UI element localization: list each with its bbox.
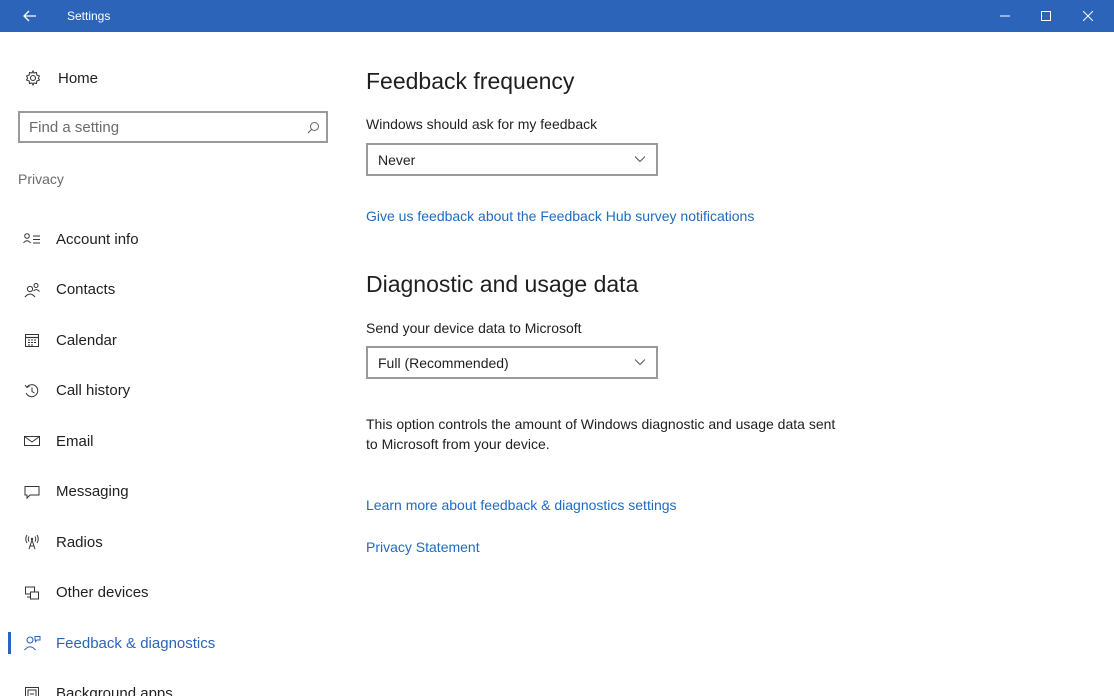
sidebar-item-account-info[interactable]: Account info xyxy=(0,214,340,265)
sidebar-item-label: Account info xyxy=(56,230,139,248)
sidebar-item-label: Messaging xyxy=(56,483,129,501)
home-nav-item[interactable]: Home xyxy=(25,66,98,90)
sidebar-item-label: Feedback & diagnostics xyxy=(56,634,216,652)
sidebar: Home Privacy Account info Contacts xyxy=(0,32,340,696)
chevron-down-icon xyxy=(634,359,646,366)
sidebar-item-feedback-diagnostics[interactable]: Feedback & diagnostics xyxy=(0,618,340,669)
messaging-icon xyxy=(22,482,42,502)
feedback-frequency-label: Windows should ask for my feedback xyxy=(366,116,598,132)
call-history-icon xyxy=(22,381,42,401)
section-title: Privacy xyxy=(18,171,64,187)
sidebar-item-email[interactable]: Email xyxy=(0,416,340,467)
close-button[interactable] xyxy=(1068,0,1108,32)
diagnostic-description: This option controls the amount of Windo… xyxy=(366,416,836,452)
diagnostic-usage-heading: Diagnostic and usage data xyxy=(366,271,639,297)
title-bar: Settings xyxy=(0,0,1114,32)
background-apps-icon xyxy=(22,684,42,696)
search-box[interactable] xyxy=(18,111,328,143)
feedback-hub-survey-link[interactable]: Give us feedback about the Feedback Hub … xyxy=(366,208,754,224)
contacts-icon xyxy=(22,280,42,300)
sidebar-item-radios[interactable]: Radios xyxy=(0,517,340,568)
sidebar-item-label: Calendar xyxy=(56,331,117,349)
email-icon xyxy=(22,431,42,451)
sidebar-item-background-apps[interactable]: Background apps xyxy=(0,669,340,696)
radios-icon xyxy=(22,532,42,552)
sidebar-item-call-history[interactable]: Call history xyxy=(0,366,340,417)
maximize-icon xyxy=(1041,11,1051,21)
other-devices-icon xyxy=(22,583,42,603)
feedback-frequency-heading: Feedback frequency xyxy=(366,68,575,94)
back-button[interactable] xyxy=(18,6,42,26)
search-icon-wrapper[interactable] xyxy=(300,121,326,134)
sidebar-item-contacts[interactable]: Contacts xyxy=(0,265,340,316)
active-indicator xyxy=(8,632,11,654)
sidebar-item-calendar[interactable]: Calendar xyxy=(0,315,340,366)
search-icon xyxy=(307,121,319,133)
sidebar-item-label: Contacts xyxy=(56,281,116,299)
diagnostic-data-dropdown[interactable]: Full (Recommended) xyxy=(366,346,658,379)
learn-more-link[interactable]: Learn more about feedback & diagnostics … xyxy=(366,497,677,513)
feedback-icon xyxy=(22,633,42,653)
back-arrow-icon xyxy=(23,10,36,22)
sidebar-item-label: Email xyxy=(56,432,94,450)
sidebar-item-messaging[interactable]: Messaging xyxy=(0,467,340,518)
chevron-down-icon xyxy=(634,156,646,163)
window-title: Settings xyxy=(67,9,111,23)
sidebar-item-other-devices[interactable]: Other devices xyxy=(0,568,340,619)
feedback-frequency-dropdown[interactable]: Never xyxy=(366,143,658,176)
minimize-icon xyxy=(1000,15,1010,17)
calendar-icon xyxy=(22,330,42,350)
home-label: Home xyxy=(58,69,99,87)
account-info-icon xyxy=(22,229,42,249)
diagnostic-data-label: Send your device data to Microsoft xyxy=(366,320,582,336)
privacy-nav-list: Account info Contacts Calendar Call hist… xyxy=(0,214,340,696)
search-input[interactable] xyxy=(20,113,300,141)
diagnostic-data-value: Full (Recommended) xyxy=(378,355,509,371)
sidebar-item-label: Radios xyxy=(56,533,103,551)
gear-icon xyxy=(25,70,41,86)
maximize-button[interactable] xyxy=(1026,0,1066,32)
sidebar-item-label: Call history xyxy=(56,382,131,400)
feedback-frequency-value: Never xyxy=(378,152,416,168)
sidebar-item-label: Background apps xyxy=(56,685,173,696)
minimize-button[interactable] xyxy=(985,0,1025,32)
privacy-statement-link[interactable]: Privacy Statement xyxy=(366,539,480,555)
sidebar-item-label: Other devices xyxy=(56,584,149,602)
close-icon xyxy=(1083,11,1093,21)
